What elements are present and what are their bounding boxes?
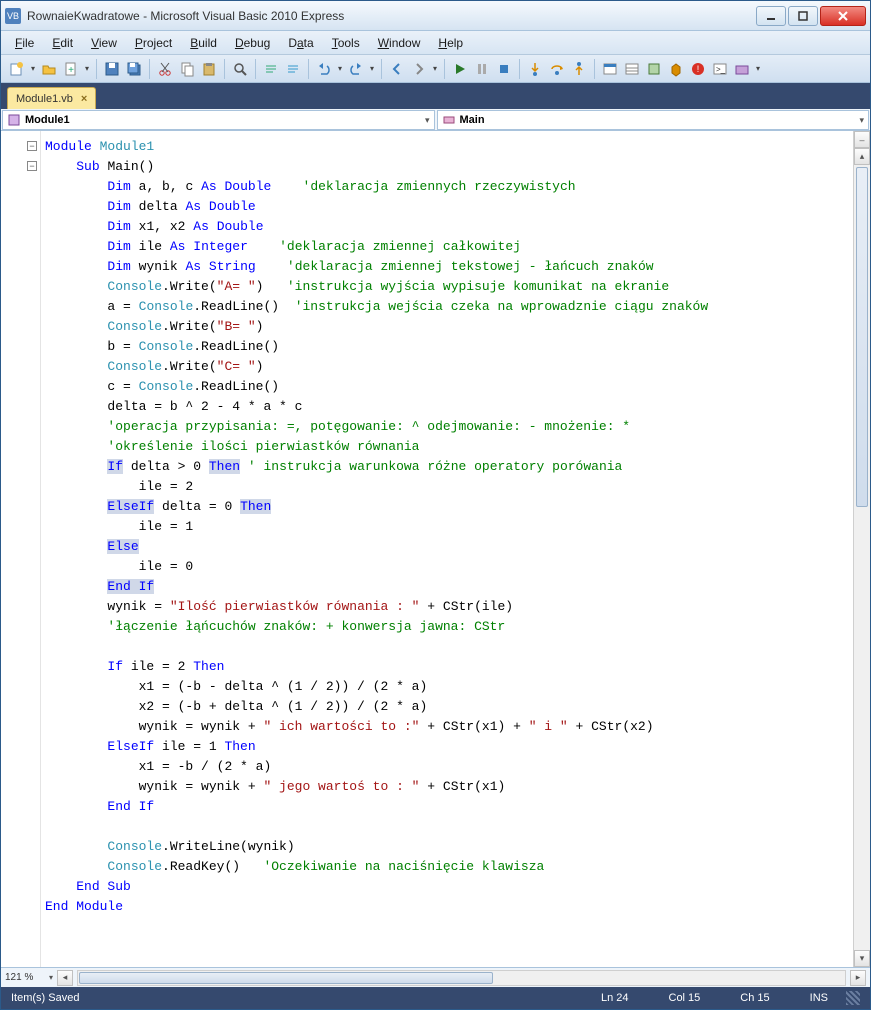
svg-text:+: +: [68, 65, 74, 76]
redo-icon[interactable]: [346, 59, 366, 79]
copy-icon[interactable]: [177, 59, 197, 79]
cut-icon[interactable]: [155, 59, 175, 79]
status-ch: Ch 15: [740, 992, 769, 1004]
menu-bar: File Edit View Project Build Debug Data …: [1, 31, 870, 55]
uncomment-icon[interactable]: [283, 59, 303, 79]
find-icon[interactable]: [230, 59, 250, 79]
extension-manager-icon[interactable]: [732, 59, 752, 79]
toolbar: ▾ + ▾ ▾ ▾ ▾ !: [1, 55, 870, 83]
horizontal-scrollbar[interactable]: [77, 970, 846, 986]
scroll-up-icon[interactable]: ▴: [854, 148, 870, 165]
document-tab-bar: Module1.vb ×: [1, 83, 870, 109]
zoom-bar: 121 % ▾ ◂ ▸: [1, 967, 870, 987]
close-tab-icon[interactable]: ×: [81, 93, 87, 105]
pause-icon[interactable]: [472, 59, 492, 79]
comment-out-icon[interactable]: [261, 59, 281, 79]
add-item-icon[interactable]: +: [61, 59, 81, 79]
menu-build[interactable]: Build: [182, 34, 225, 52]
code-editor[interactable]: − − Module Module1 Sub Main() Dim a, b, …: [1, 131, 870, 967]
undo-icon[interactable]: [314, 59, 334, 79]
open-file-icon[interactable]: [39, 59, 59, 79]
save-all-icon[interactable]: [124, 59, 144, 79]
file-tab-label: Module1.vb: [16, 93, 73, 105]
hscroll-thumb[interactable]: [79, 972, 493, 984]
svg-text:!: !: [697, 64, 700, 74]
menu-debug[interactable]: Debug: [227, 34, 278, 52]
collapse-toggle-icon[interactable]: −: [27, 161, 37, 171]
save-icon[interactable]: [102, 59, 122, 79]
hscroll-right-icon[interactable]: ▸: [850, 970, 866, 986]
scroll-thumb[interactable]: [856, 167, 868, 507]
scroll-down-icon[interactable]: ▾: [854, 950, 870, 967]
menu-project[interactable]: Project: [127, 34, 180, 52]
nav-back-icon[interactable]: [387, 59, 407, 79]
start-debug-icon[interactable]: [450, 59, 470, 79]
editor-gutter: − −: [1, 131, 41, 967]
menu-help[interactable]: Help: [430, 34, 471, 52]
zoom-value[interactable]: 121 %: [5, 972, 45, 983]
immediate-window-icon[interactable]: >_: [710, 59, 730, 79]
svg-text:>_: >_: [716, 65, 726, 74]
new-project-icon[interactable]: [7, 59, 27, 79]
toolbar-overflow-icon[interactable]: ▾: [754, 64, 762, 73]
undo-dropdown-icon[interactable]: ▾: [336, 64, 344, 73]
menu-data[interactable]: Data: [280, 34, 321, 52]
status-bar: Item(s) Saved Ln 24 Col 15 Ch 15 INS: [1, 987, 870, 1009]
step-out-icon[interactable]: [569, 59, 589, 79]
menu-edit[interactable]: Edit: [44, 34, 81, 52]
type-scope-label: Module1: [25, 114, 70, 126]
solution-explorer-icon[interactable]: [600, 59, 620, 79]
nav-dropdown-icon[interactable]: ▾: [431, 64, 439, 73]
step-over-icon[interactable]: [547, 59, 567, 79]
type-scope-dropdown[interactable]: Module1 ▾: [2, 110, 435, 130]
status-message: Item(s) Saved: [11, 992, 79, 1004]
vertical-scrollbar[interactable]: – ▴ ▾: [853, 131, 870, 967]
menu-window[interactable]: Window: [370, 34, 429, 52]
member-scope-dropdown[interactable]: Main ▾: [437, 110, 870, 130]
module-icon: [7, 113, 21, 127]
file-tab-module1[interactable]: Module1.vb ×: [7, 87, 96, 109]
split-icon[interactable]: –: [854, 131, 870, 148]
status-col: Col 15: [669, 992, 701, 1004]
window-title: RownaieKwadratowe - Microsoft Visual Bas…: [27, 9, 344, 23]
collapse-toggle-icon[interactable]: −: [27, 141, 37, 151]
scroll-track[interactable]: [854, 165, 870, 950]
chevron-down-icon: ▾: [425, 115, 430, 126]
new-dropdown-icon[interactable]: ▾: [29, 64, 37, 73]
step-into-icon[interactable]: [525, 59, 545, 79]
menu-tools[interactable]: Tools: [324, 34, 368, 52]
title-bar: VB RownaieKwadratowe - Microsoft Visual …: [1, 1, 870, 31]
toolbox-icon[interactable]: [666, 59, 686, 79]
nav-fwd-icon[interactable]: [409, 59, 429, 79]
add-dropdown-icon[interactable]: ▾: [83, 64, 91, 73]
status-ins: INS: [810, 992, 828, 1004]
properties-icon[interactable]: [622, 59, 642, 79]
method-icon: [442, 113, 456, 127]
object-browser-icon[interactable]: [644, 59, 664, 79]
maximize-button[interactable]: [788, 6, 818, 26]
chevron-down-icon: ▾: [859, 115, 864, 126]
hscroll-left-icon[interactable]: ◂: [57, 970, 73, 986]
app-window: VB RownaieKwadratowe - Microsoft Visual …: [0, 0, 871, 1010]
status-line: Ln 24: [601, 992, 629, 1004]
paste-icon[interactable]: [199, 59, 219, 79]
close-button[interactable]: [820, 6, 866, 26]
member-scope-label: Main: [460, 114, 485, 126]
scope-dropdown-bar: Module1 ▾ Main ▾: [1, 109, 870, 131]
stop-icon[interactable]: [494, 59, 514, 79]
minimize-button[interactable]: [756, 6, 786, 26]
error-list-icon[interactable]: !: [688, 59, 708, 79]
code-content[interactable]: Module Module1 Sub Main() Dim a, b, c As…: [41, 131, 853, 967]
resize-grip-icon[interactable]: [846, 991, 860, 1005]
zoom-dropdown-icon[interactable]: ▾: [49, 973, 53, 982]
menu-view[interactable]: View: [83, 34, 125, 52]
menu-file[interactable]: File: [7, 34, 42, 52]
redo-dropdown-icon[interactable]: ▾: [368, 64, 376, 73]
app-icon: VB: [5, 8, 21, 24]
